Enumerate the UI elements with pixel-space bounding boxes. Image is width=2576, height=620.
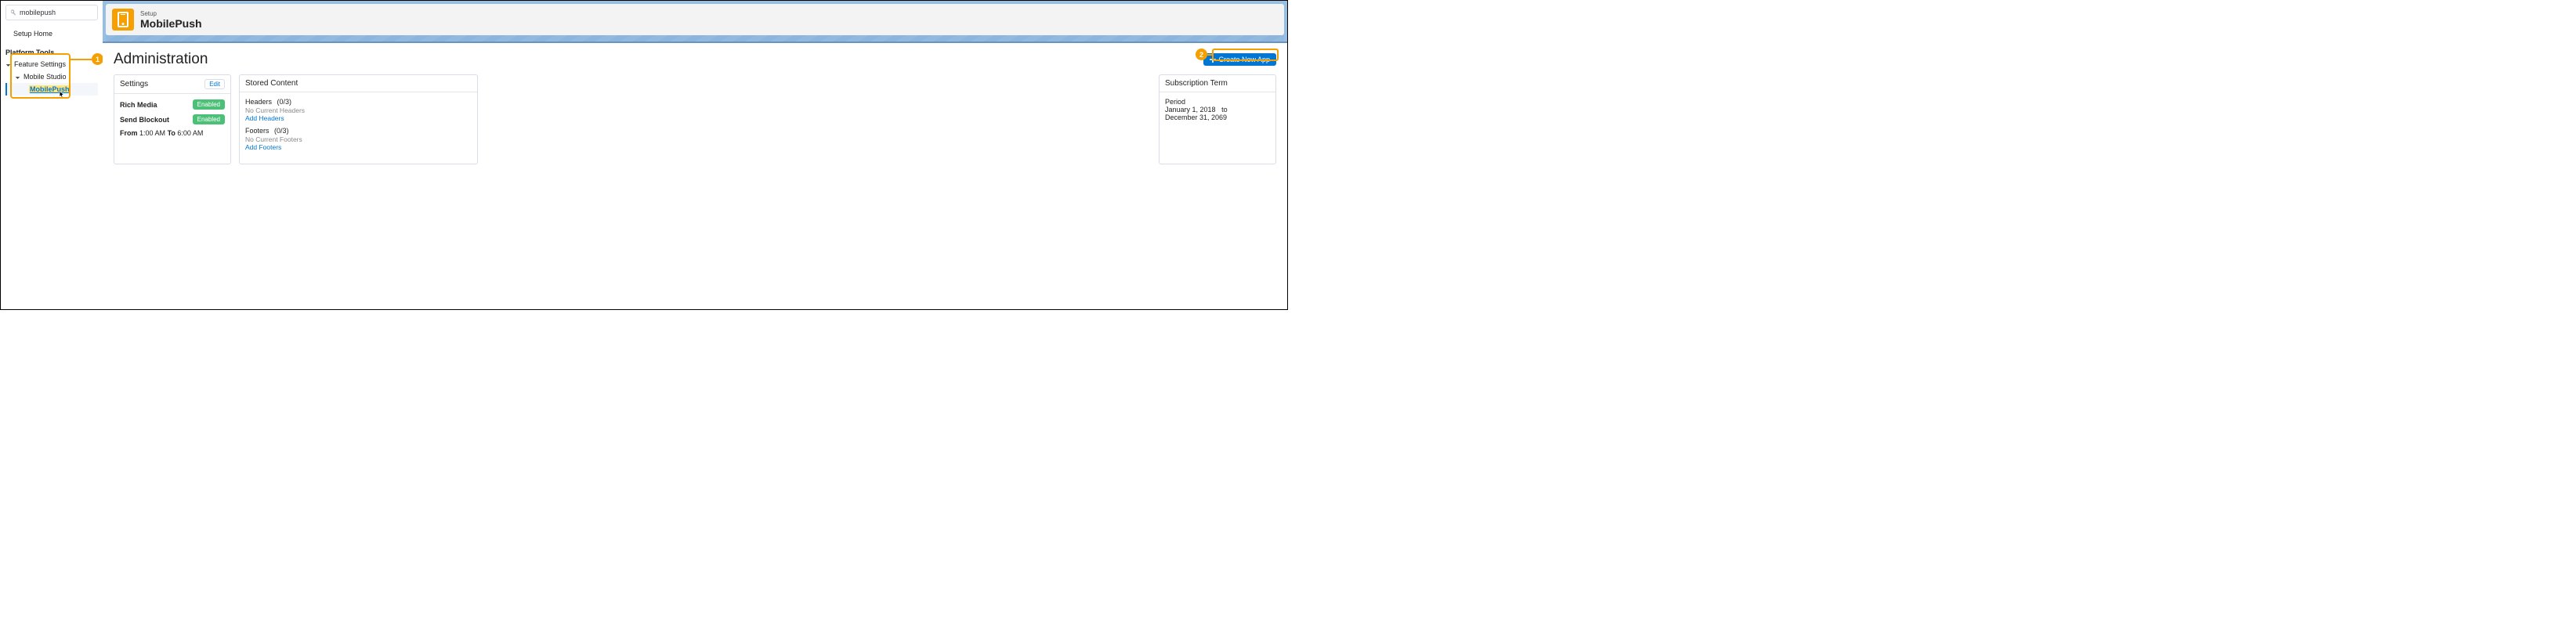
callout-2-line	[1207, 54, 1212, 56]
search-value: mobilepush	[20, 9, 56, 16]
page-title: Administration	[114, 51, 208, 68]
edit-settings-button[interactable]: Edit	[204, 79, 225, 89]
header-pattern	[106, 35, 1284, 41]
content-panel: Administration Create New App 2 Settings…	[106, 45, 1284, 174]
no-headers-text: No Current Headers	[245, 106, 472, 114]
stored-content-card: Stored Content Headers (0/3) No Current …	[239, 74, 478, 164]
subscription-term-card: Subscription Term Period January 1, 2018…	[1159, 74, 1276, 164]
period-label: Period	[1165, 98, 1270, 106]
footers-row: Footers (0/3)	[245, 127, 472, 135]
period-end: December 31, 2069	[1165, 114, 1270, 121]
send-blockout-status: Enabled	[193, 114, 225, 124]
search-icon	[9, 9, 17, 16]
sidebar: mobilepush Setup Home Platform Tools Fea…	[1, 1, 103, 309]
add-headers-link[interactable]: Add Headers	[245, 114, 472, 122]
send-blockout-label: Send Blockout	[120, 116, 169, 124]
page-header: Setup MobilePush	[106, 4, 1284, 35]
rich-media-status: Enabled	[193, 99, 225, 110]
mobilepush-app-icon	[112, 9, 134, 31]
create-btn-label: Create New App	[1218, 56, 1270, 63]
callout-2-badge: 2	[1196, 49, 1207, 60]
create-new-app-button[interactable]: Create New App	[1203, 53, 1276, 66]
header-breadcrumb: Setup	[140, 10, 202, 17]
no-footers-text: No Current Footers	[245, 135, 472, 143]
add-footers-link[interactable]: Add Footers	[245, 143, 472, 151]
setup-home-link[interactable]: Setup Home	[5, 28, 98, 39]
stored-content-title: Stored Content	[245, 79, 298, 88]
rich-media-label: Rich Media	[120, 101, 157, 109]
settings-title: Settings	[120, 80, 148, 88]
callout-1-box	[10, 53, 71, 99]
header-title: MobilePush	[140, 17, 202, 30]
main-area: Setup MobilePush Administration Create N…	[103, 1, 1287, 309]
headers-row: Headers (0/3)	[245, 98, 472, 106]
plus-icon	[1210, 56, 1216, 63]
callout-1-line	[71, 59, 92, 60]
callout-1-badge: 1	[92, 53, 103, 65]
period-range: January 1, 2018 to	[1165, 106, 1270, 114]
search-input[interactable]: mobilepush	[5, 5, 98, 20]
subscription-title: Subscription Term	[1165, 79, 1228, 88]
settings-card: Settings Edit Rich Media Enabled Send Bl…	[114, 74, 231, 164]
blockout-time-range: From 1:00 AM To 6:00 AM	[120, 129, 225, 137]
